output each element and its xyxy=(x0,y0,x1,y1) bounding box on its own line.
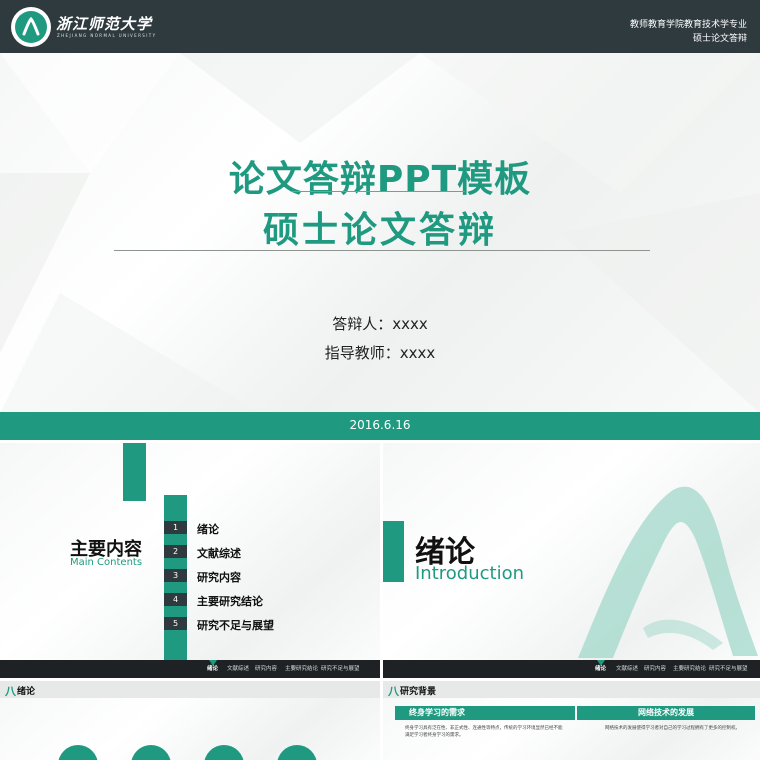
topic-circle xyxy=(277,745,317,760)
section-header xyxy=(0,681,380,698)
item-number: 5 xyxy=(164,617,187,630)
accent-bar xyxy=(123,443,146,501)
topic-circle xyxy=(131,745,171,760)
date-label: 2016.6.16 xyxy=(349,418,411,432)
nav-item-limitations[interactable]: 研究不足与展望 xyxy=(321,664,360,672)
contents-item: 文献综述 xyxy=(197,547,241,560)
item-number: 1 xyxy=(164,521,187,534)
advisor-name: 指导教师：xxxx xyxy=(324,344,436,362)
nav-item-literature[interactable]: 文献综述 xyxy=(616,664,638,672)
contents-item: 主要研究结论 xyxy=(197,595,263,608)
section-logo-icon: 八 xyxy=(388,685,399,698)
brush-stroke-logo-icon xyxy=(578,486,758,658)
nav-item-conclusions[interactable]: 主要研究结论 xyxy=(285,664,318,672)
nav-item-introduction[interactable]: 绪论 xyxy=(595,664,606,672)
university-name: 浙江师范大学 xyxy=(56,15,153,33)
nav-item-research[interactable]: 研究内容 xyxy=(255,664,277,672)
section-label: 研究背景 xyxy=(400,687,437,697)
contents-slide-thumbnail[interactable]: 主要内容 Main Contents 1 绪论 2 文献综述 3 研究内容 4 … xyxy=(0,443,380,660)
contents-subtitle: Main Contents xyxy=(70,557,143,568)
introduction-slide-thumbnail[interactable]: 绪论 Introduction xyxy=(383,443,760,660)
department-label: 教师教育学院教育技术学专业 xyxy=(629,20,747,30)
contents-item: 研究不足与展望 xyxy=(197,619,274,632)
section-logo-icon: 八 xyxy=(5,685,16,698)
topic-circle xyxy=(58,745,98,760)
topic-circle xyxy=(204,745,244,760)
nav-item-conclusions[interactable]: 主要研究结论 xyxy=(673,664,706,672)
column-body: 终身学习具有泛在性、非正式性、连通性等特点，传统的学习环境显然已经不能满足学习者… xyxy=(405,726,563,738)
slide-nav-bar: 绪论 文献综述 研究内容 主要研究结论 研究不足与展望 xyxy=(383,660,760,678)
section-label: 绪论 xyxy=(17,687,36,697)
section-header xyxy=(383,681,760,698)
title-underline xyxy=(114,250,650,251)
research-background-slide-thumbnail[interactable]: 八 研究背景 终身学习的需求 网络技术的发展 终身学习具有泛在性、非正式性、连通… xyxy=(383,681,760,760)
logo-emblem-icon xyxy=(15,11,47,43)
contents-item: 绪论 xyxy=(197,523,219,536)
title-divider xyxy=(291,191,465,192)
column-body: 网络技术的发展使得学习者对自己的学习过程拥有了更多的控制权。 xyxy=(605,726,740,731)
university-name-english: ZHEJIANG NORMAL UNIVERSITY xyxy=(57,33,157,38)
nav-item-research[interactable]: 研究内容 xyxy=(644,664,666,672)
nav-item-literature[interactable]: 文献综述 xyxy=(227,664,249,672)
nav-item-limitations[interactable]: 研究不足与展望 xyxy=(709,664,748,672)
item-number: 3 xyxy=(164,569,187,582)
introduction-subtitle: Introduction xyxy=(415,563,525,584)
accent-bar xyxy=(383,521,404,582)
main-title: 论文答辩PPT模板 xyxy=(228,159,532,200)
introduction-detail-slide-thumbnail[interactable]: 八 绪论 xyxy=(0,681,380,760)
column-header: 终身学习的需求 xyxy=(395,706,575,720)
title-slide: 浙江师范大学 ZHEJIANG NORMAL UNIVERSITY 教师教育学院… xyxy=(0,0,760,440)
nav-item-introduction[interactable]: 绪论 xyxy=(207,664,218,672)
degree-label: 硕士论文答辩 xyxy=(692,34,747,44)
item-number: 2 xyxy=(164,545,187,558)
defender-name: 答辩人：xxxx xyxy=(332,315,428,333)
item-number: 4 xyxy=(164,593,187,606)
slide-nav-bar: 绪论 文献综述 研究内容 主要研究结论 研究不足与展望 xyxy=(0,660,380,678)
column-header: 网络技术的发展 xyxy=(577,706,755,720)
sub-title: 硕士论文答辩 xyxy=(262,210,497,251)
contents-item: 研究内容 xyxy=(197,571,241,584)
